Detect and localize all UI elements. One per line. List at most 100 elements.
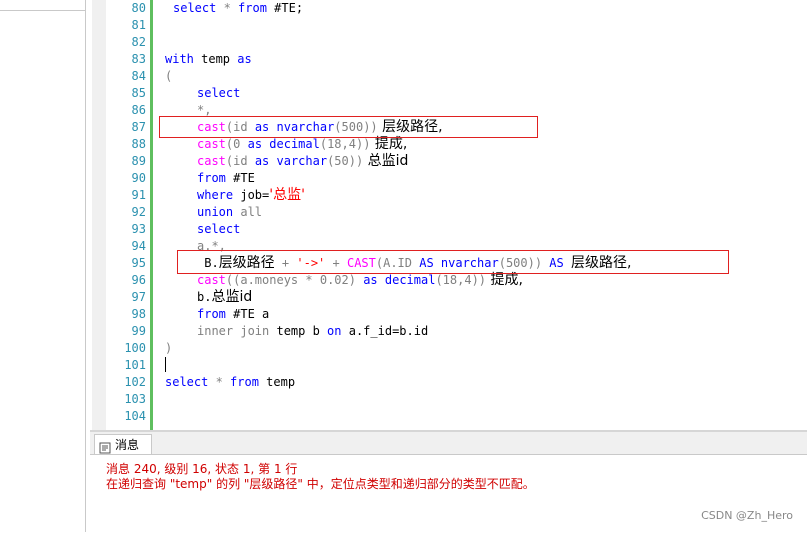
code-line: cast(id as varchar(50)) 总监id <box>197 153 408 170</box>
line-number: 93 <box>131 222 146 236</box>
code-token: #TE <box>225 171 255 185</box>
code-line: cast(0 as decimal(18,4)) 提成, <box>197 136 407 153</box>
line-number: 88 <box>131 137 146 151</box>
code-token: cast <box>197 137 226 151</box>
code-token: ((a.moneys <box>225 273 306 287</box>
code-token: on <box>327 324 342 338</box>
code-token: as <box>363 273 378 287</box>
code-token: as <box>247 137 263 151</box>
object-explorer-pane <box>0 0 86 532</box>
code-token: 总监id <box>211 289 253 305</box>
code-token: decimal <box>377 273 436 287</box>
line-number: 81 <box>131 18 146 32</box>
line-number: 84 <box>131 69 146 83</box>
code-line: ) <box>165 341 173 355</box>
code-token: cast <box>197 273 226 287</box>
code-line: b.总监id <box>197 289 252 306</box>
code-token: as <box>237 52 252 66</box>
code-token: * <box>305 273 313 287</box>
code-token: all <box>233 205 263 219</box>
code-line: ( <box>165 69 173 83</box>
line-number: 97 <box>131 290 146 304</box>
watermark: CSDN @Zh_Hero <box>701 509 793 522</box>
code-line: where job='总监' <box>197 187 305 204</box>
code-token: '总监' <box>269 187 305 203</box>
code-token: select <box>165 375 209 389</box>
code-line: select * from #TE; <box>173 0 303 17</box>
code-line: inner join temp b on a.f_id=b.id <box>197 323 428 340</box>
messages-panel: 消息 消息 240, 级别 16, 状态 1, 第 1 行 在递归查询 "tem… <box>90 430 807 534</box>
code-line: with temp as <box>165 51 252 68</box>
sql-editor[interactable]: select * from #TE; with temp as ( select… <box>153 0 807 430</box>
code-token: * <box>216 1 239 15</box>
code-token: (0 <box>225 137 248 151</box>
line-number: 86 <box>131 103 146 117</box>
code-token: from <box>197 307 226 321</box>
code-line: union all <box>197 204 262 221</box>
code-token: 提成, <box>370 136 408 152</box>
messages-icon <box>99 439 111 453</box>
line-number: 95 <box>131 256 146 270</box>
code-token: temp b <box>269 324 328 338</box>
code-token: with <box>165 52 194 66</box>
code-token: job= <box>233 188 270 202</box>
line-number: 82 <box>131 35 146 49</box>
line-number: 100 <box>124 341 146 355</box>
code-line: from #TE a <box>197 306 269 323</box>
line-number: 92 <box>131 205 146 219</box>
code-token: cast <box>197 154 226 168</box>
code-line: select <box>197 86 241 100</box>
code-token: from <box>197 171 226 185</box>
code-line: from #TE <box>197 170 255 187</box>
line-number: 102 <box>124 375 146 389</box>
code-token: varchar <box>269 154 328 168</box>
highlight-box-anchor <box>159 116 538 138</box>
code-token: from <box>230 375 259 389</box>
code-token: (id <box>225 154 255 168</box>
line-number: 98 <box>131 307 146 321</box>
line-number: 80 <box>131 1 146 15</box>
line-number: 104 <box>124 409 146 423</box>
code-line: select <box>197 222 241 236</box>
code-token: (50)) <box>327 154 364 168</box>
messages-tabbar: 消息 <box>90 432 807 455</box>
code-token: temp <box>258 375 296 389</box>
code-token: as <box>254 154 270 168</box>
editor-gutter <box>92 0 106 430</box>
text-cursor <box>165 357 166 372</box>
line-number: 89 <box>131 154 146 168</box>
code-token: b. <box>197 290 212 304</box>
line-number: 91 <box>131 188 146 202</box>
code-token: (18,4)) <box>435 273 487 287</box>
line-number-column: 80 81 82 83 84 85 86 87 88 89 90 91 92 9… <box>106 0 150 430</box>
code-line: select * from temp <box>165 374 295 391</box>
line-number: 99 <box>131 324 146 338</box>
error-message-text: 在递归查询 "temp" 的列 "层级路径" 中，定位点类型和递归部分的类型不匹… <box>106 477 535 491</box>
code-token: a.f_id=b.id <box>341 324 429 338</box>
line-number: 90 <box>131 171 146 185</box>
code-token: from <box>238 1 267 15</box>
code-token: #TE a <box>225 307 270 321</box>
code-token: temp <box>193 52 238 66</box>
line-number: 96 <box>131 273 146 287</box>
code-token: * <box>208 375 231 389</box>
code-token: union <box>197 205 234 219</box>
code-token: 0.02) <box>312 273 364 287</box>
line-number: 103 <box>124 392 146 406</box>
code-token: #TE; <box>266 1 304 15</box>
code-token: inner join <box>197 324 270 338</box>
line-number: 83 <box>131 52 146 66</box>
tab-messages-label: 消息 <box>115 438 140 452</box>
code-token: (18,4)) <box>319 137 371 151</box>
code-token: decimal <box>262 137 320 151</box>
line-number: 87 <box>131 120 146 134</box>
highlight-box-recursive <box>177 250 729 274</box>
line-number: 94 <box>131 239 146 253</box>
line-number: 85 <box>131 86 146 100</box>
line-number: 101 <box>124 358 146 372</box>
code-line: cast((a.moneys * 0.02) as decimal(18,4))… <box>197 272 523 289</box>
code-token: 总监id <box>363 153 409 169</box>
pane-divider <box>0 10 85 11</box>
code-token: 提成, <box>486 272 523 288</box>
tab-messages[interactable]: 消息 <box>94 434 152 454</box>
